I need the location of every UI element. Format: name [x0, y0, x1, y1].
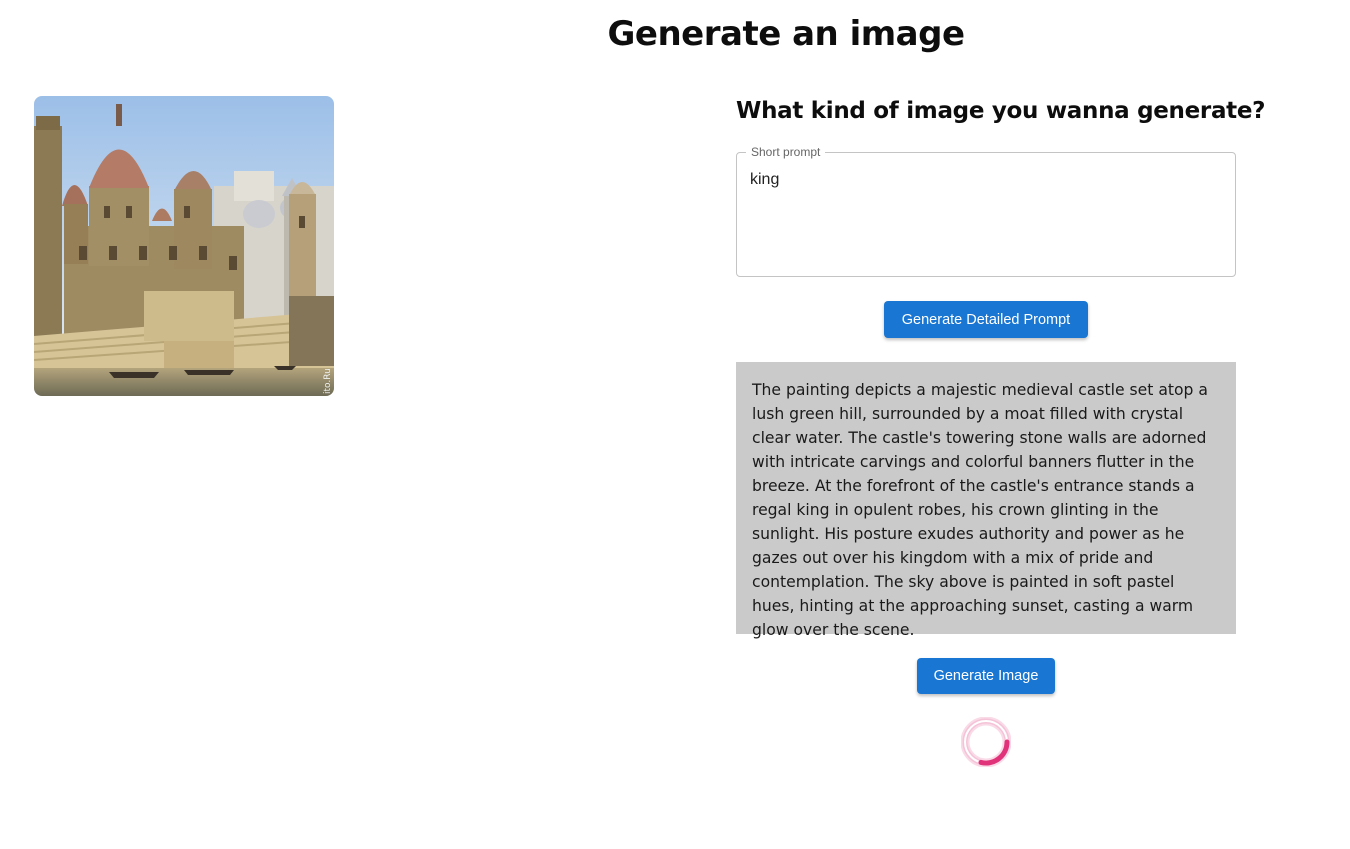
loading-spinner-icon [961, 717, 1011, 767]
prompt-panel: What kind of image you wanna generate? S… [736, 96, 1266, 767]
short-prompt-field[interactable]: Short prompt king [736, 145, 1236, 277]
palace-painting-image: ito.Ru [34, 96, 334, 396]
short-prompt-input[interactable]: king [750, 171, 1222, 264]
detailed-prompt-text: The painting depicts a majestic medieval… [736, 362, 1236, 639]
generate-image-button[interactable]: Generate Image [917, 658, 1055, 694]
form-heading: What kind of image you wanna generate? [736, 98, 1266, 124]
short-prompt-label: Short prompt [746, 145, 826, 159]
generated-image-preview: ito.Ru [34, 96, 334, 396]
image-watermark: ito.Ru [323, 368, 333, 394]
loading-spinner [961, 717, 1011, 767]
generate-detailed-prompt-button[interactable]: Generate Detailed Prompt [884, 301, 1088, 338]
page-title: Generate an image [607, 14, 966, 54]
